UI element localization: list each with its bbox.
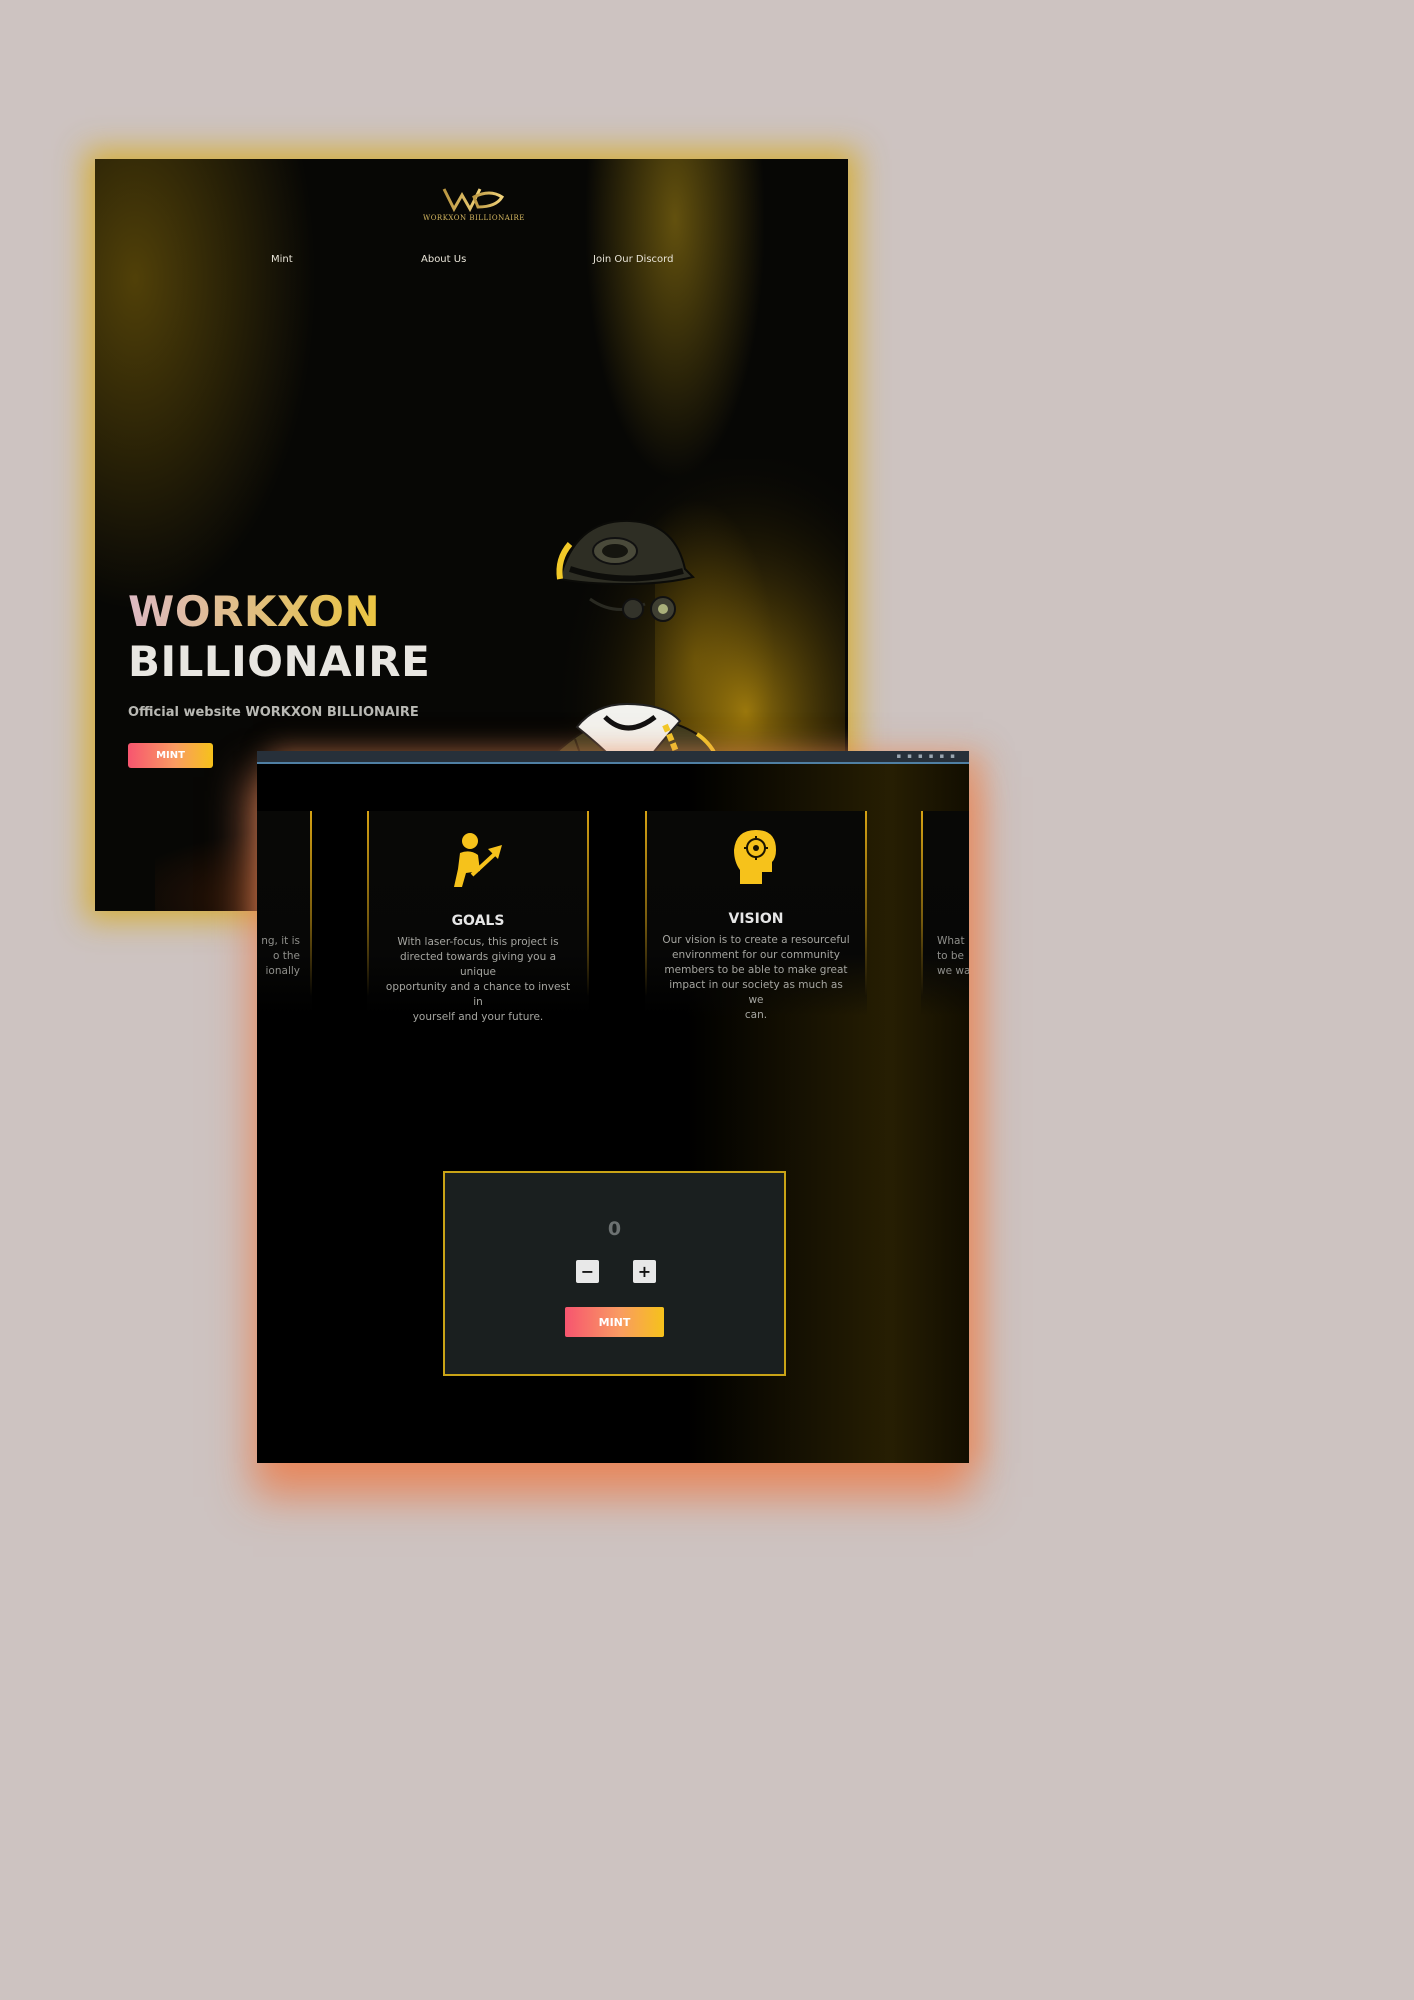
hero-title: WORKXON BILLIONAIRE [128,587,430,687]
mint-page-window: ▪▪▪▪▪▪ ng, it is o the ionally GOALS Wit… [257,751,969,1463]
card-text-line: to be [937,950,965,962]
top-nav: Mint About Us Join Our Discord [95,254,848,274]
card-text-line: o the [273,950,300,962]
mint-quantity-counter: 0 [607,1218,622,1240]
card-edge [865,811,867,996]
card-text: With laser-focus, this project is direct… [383,935,573,1025]
card-text-line: yourself and your future. [412,1011,544,1023]
feature-card-partial-left: ng, it is o the ionally [257,811,312,1016]
hero-title-line-2: BILLIONAIRE [128,637,431,686]
hero-title-line-1: WORKXON [128,587,430,637]
card-text: Our vision is to create a resourceful en… [661,933,851,1023]
card-text-line: Our vision is to create a resourceful [662,934,850,946]
card-edge [921,811,923,996]
wb-monogram-icon [442,188,505,213]
site-logo[interactable]: WORKXON BILLIONAIRE [423,185,525,235]
card-title: VISION [728,911,784,927]
window-controls-icon: ▪▪▪▪▪▪ [896,752,961,760]
nav-item-join-discord[interactable]: Join Our Discord [593,254,673,265]
feature-card-vision: VISION Our vision is to create a resourc… [645,811,867,1021]
feature-card-partial-right: What to be we wa [921,811,969,1016]
nav-item-mint[interactable]: Mint [271,254,293,265]
vision-head-brain-icon [734,830,776,884]
window-title-bar: ▪▪▪▪▪▪ [257,751,969,764]
card-text-line: opportunity and a chance to invest in [385,981,571,1008]
goals-person-arrow-icon [454,833,502,887]
card-text-line: impact in our society as much as we [669,979,843,1006]
card-text-line: environment for our community [672,949,840,961]
card-text-line: ng, it is [261,935,300,947]
card-text-line: directed towards giving you a unique [399,951,557,978]
card-edge [310,811,312,996]
card-text-line: we wa [937,965,969,977]
hero-subtitle: Official website WORKXON BILLIONAIRE [128,705,419,720]
logo-text: WORKXON BILLIONAIRE [423,214,525,222]
card-edge [367,811,369,996]
card-text-line: With laser-focus, this project is [397,936,559,948]
card-title: GOALS [451,913,505,929]
card-text-line: What [937,935,965,947]
card-text-line: members to be able to make great [664,964,848,976]
feature-card-goals: GOALS With laser-focus, this project is … [367,811,589,1023]
card-text: ng, it is o the ionally [261,934,300,979]
card-edge [645,811,647,996]
card-text-line: ionally [265,965,300,977]
hero-mint-button[interactable]: MINT [128,743,213,768]
increment-button[interactable]: + [633,1260,656,1283]
card-edge [587,811,589,996]
nav-item-about-us[interactable]: About Us [421,254,466,265]
card-text-line: can. [744,1009,768,1021]
card-text: What to be we wa [937,934,969,979]
decrement-button[interactable]: − [576,1260,599,1283]
panel-mint-button[interactable]: MINT [565,1307,664,1337]
mint-panel: 0 − + MINT [443,1171,786,1376]
